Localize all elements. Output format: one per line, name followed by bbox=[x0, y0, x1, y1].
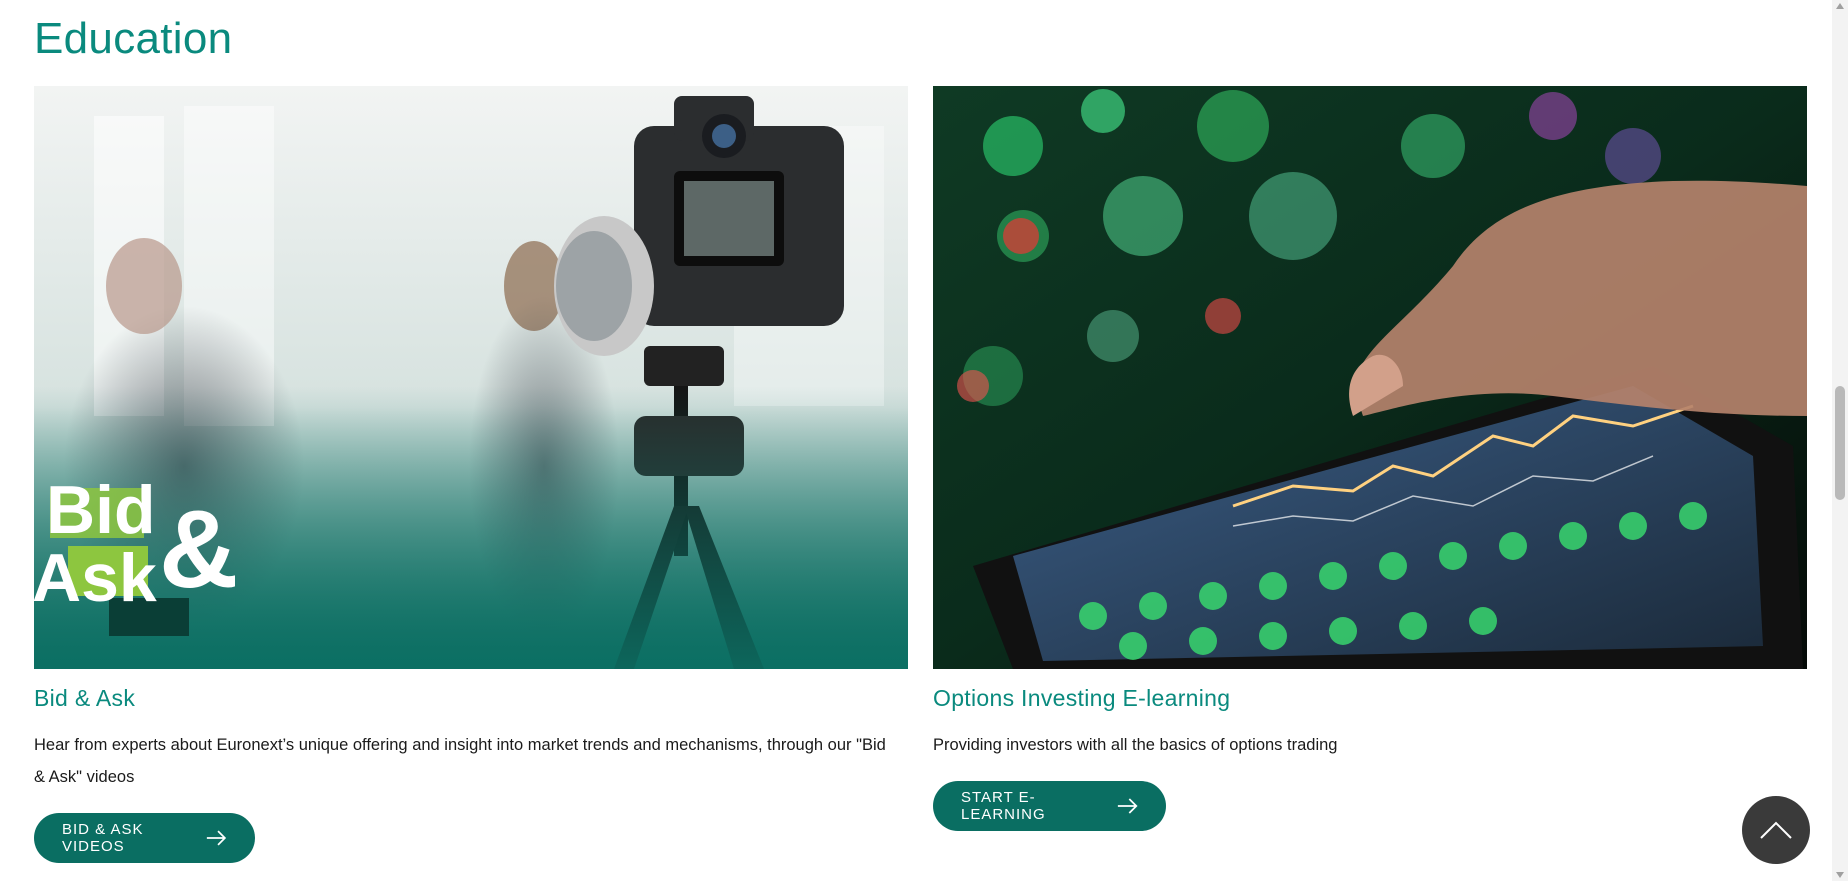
arrow-right-icon bbox=[1117, 798, 1138, 814]
logo-ask: Ask bbox=[34, 540, 157, 616]
tablet-trading-chart-photo bbox=[933, 86, 1807, 669]
card-options-elearning: Options Investing E-learning Providing i… bbox=[933, 86, 1807, 761]
chevron-up-icon bbox=[1760, 821, 1792, 839]
logo-bid: Bid bbox=[46, 472, 156, 548]
vertical-scrollbar[interactable] bbox=[1832, 0, 1848, 881]
start-elearning-label: START E-LEARNING bbox=[961, 789, 1046, 823]
options-elearning-image[interactable] bbox=[933, 86, 1807, 669]
section-title: Education bbox=[34, 14, 233, 63]
scrollbar-thumb[interactable] bbox=[1835, 386, 1845, 500]
card-bid-ask: Bid Ask & Bid & Ask Hear from experts ab… bbox=[34, 86, 908, 793]
bid-ask-image[interactable]: Bid Ask & bbox=[34, 86, 908, 669]
bid-ask-videos-button[interactable]: BID & ASK VIDEOS bbox=[34, 813, 255, 863]
start-elearning-button[interactable]: START E-LEARNING bbox=[933, 781, 1166, 831]
card-desc-bid-ask: Hear from experts about Euronext’s uniqu… bbox=[34, 736, 886, 786]
scroll-up-arrow-icon[interactable] bbox=[1836, 3, 1844, 9]
scroll-to-top-button[interactable] bbox=[1742, 796, 1810, 864]
arrow-right-icon bbox=[207, 830, 227, 846]
card-title-options-elearning[interactable]: Options Investing E-learning bbox=[933, 685, 1807, 712]
bid-ask-videos-label: BID & ASK VIDEOS bbox=[62, 821, 144, 855]
logo-amp: & bbox=[159, 488, 239, 611]
card-title-bid-ask[interactable]: Bid & Ask bbox=[34, 685, 908, 712]
card-desc-options-elearning: Providing investors with all the basics … bbox=[933, 736, 1338, 754]
scroll-down-arrow-icon[interactable] bbox=[1836, 872, 1844, 878]
